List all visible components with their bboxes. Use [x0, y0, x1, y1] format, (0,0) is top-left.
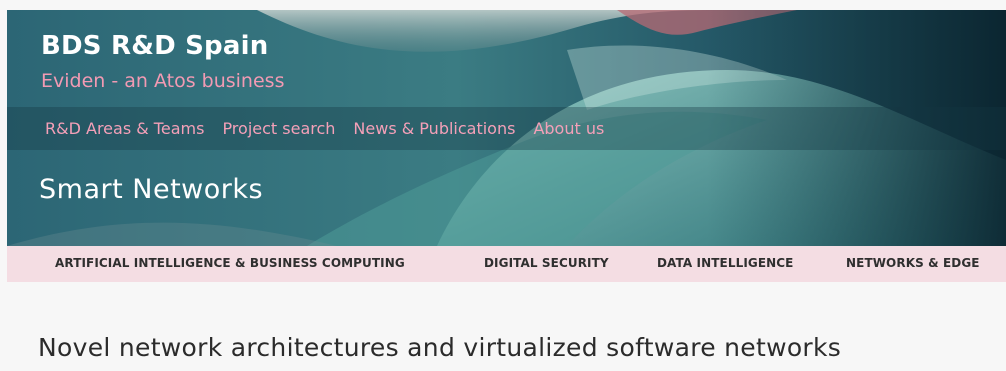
page-heading: Novel network architectures and virtuali… [38, 333, 842, 362]
site-title[interactable]: BDS R&D Spain [41, 31, 268, 61]
page: BDS R&D Spain Eviden - an Atos business … [0, 0, 1006, 371]
nav-link-news-publications[interactable]: News & Publications [353, 119, 515, 138]
main-nav: R&D Areas & Teams Project search News & … [7, 107, 1006, 150]
sub-nav: ARTIFICIAL INTELLIGENCE & BUSINESS COMPU… [7, 246, 1006, 282]
nav-link-about-us[interactable]: About us [533, 119, 604, 138]
sub-nav-data-intelligence[interactable]: DATA INTELLIGENCE [657, 256, 793, 270]
sub-nav-networks-edge[interactable]: NETWORKS & EDGE [846, 256, 980, 270]
sub-nav-ai-business-computing[interactable]: ARTIFICIAL INTELLIGENCE & BUSINESS COMPU… [55, 256, 405, 270]
site-subtitle: Eviden - an Atos business [41, 70, 285, 92]
nav-link-project-search[interactable]: Project search [222, 119, 335, 138]
nav-link-rd-areas-teams[interactable]: R&D Areas & Teams [45, 119, 204, 138]
sub-nav-digital-security[interactable]: DIGITAL SECURITY [484, 256, 609, 270]
section-title: Smart Networks [39, 174, 264, 205]
hero-banner: BDS R&D Spain Eviden - an Atos business … [7, 10, 1006, 246]
